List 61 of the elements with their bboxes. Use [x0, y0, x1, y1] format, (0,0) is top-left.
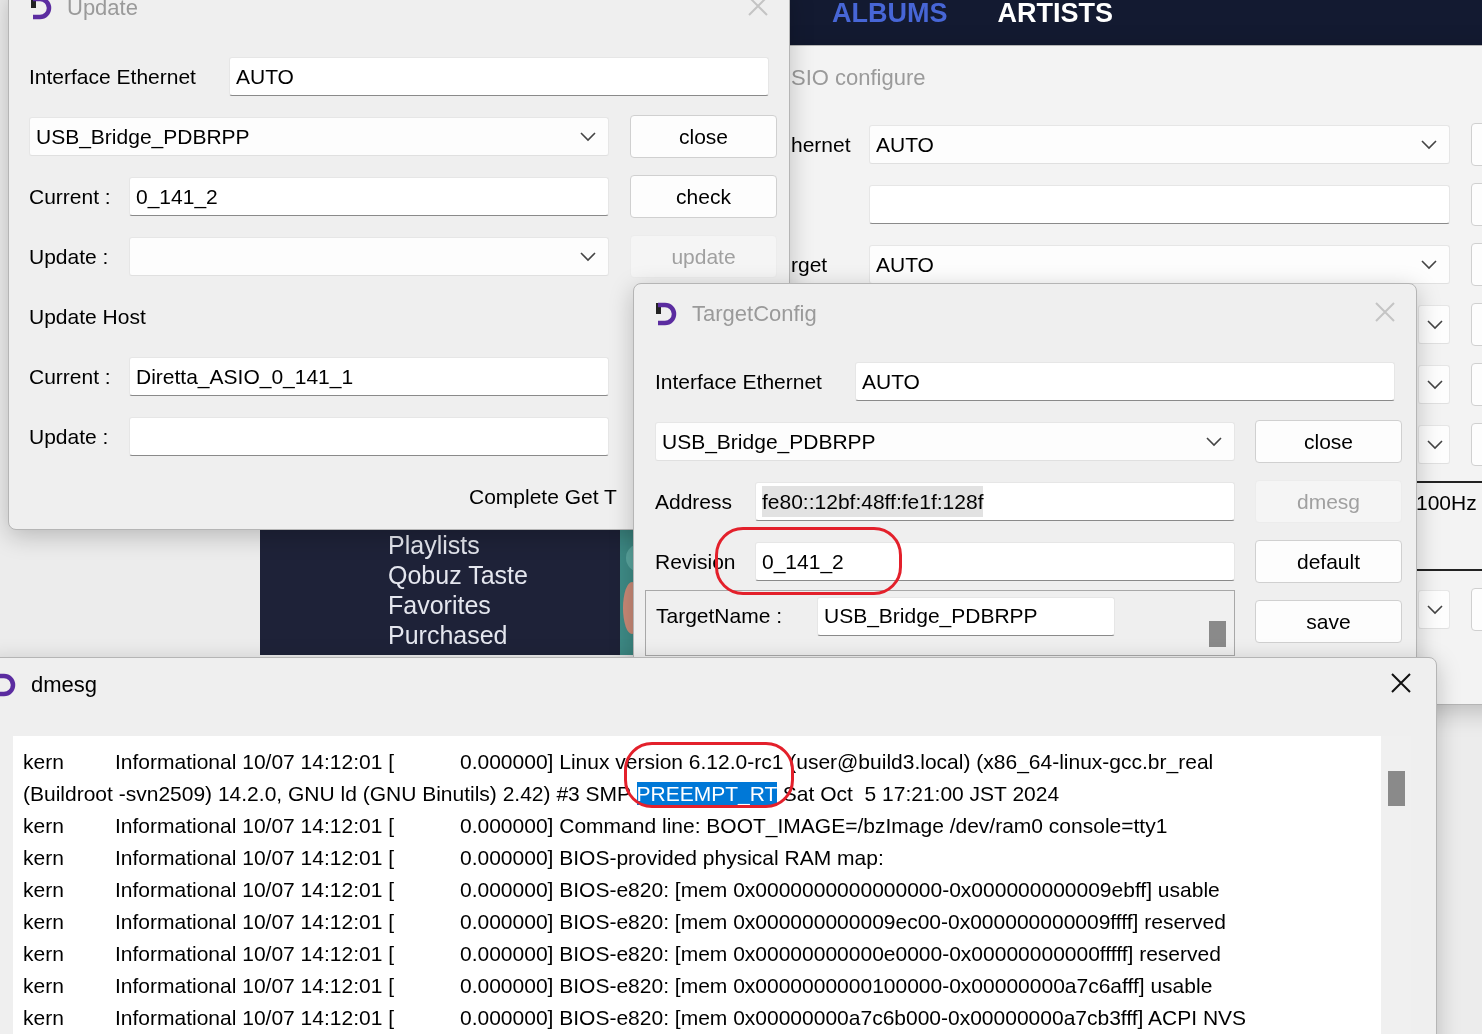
window-title: SIO configure: [791, 65, 926, 90]
close-button[interactable]: close: [1255, 420, 1402, 463]
label: rget: [791, 251, 829, 278]
window-title: dmesg: [31, 672, 98, 698]
field-label: Update :: [29, 423, 110, 450]
chevron-down-icon: [1427, 439, 1443, 450]
input-field[interactable]: [129, 417, 609, 456]
close-icon[interactable]: [1390, 672, 1412, 694]
dropdown[interactable]: AUTO: [869, 245, 1450, 284]
input-field[interactable]: AUTO: [229, 57, 769, 96]
dropdown[interactable]: USB_Bridge_PDBRPP: [655, 422, 1235, 461]
field-label: Address: [655, 488, 734, 515]
field-label: Current :: [29, 183, 112, 210]
sidebar-item[interactable]: Qobuz Taste: [388, 560, 528, 590]
sidebar-item[interactable]: Purchased: [388, 620, 508, 650]
status-text: Complete Get T: [469, 483, 617, 510]
check-button[interactable]: check: [630, 175, 777, 218]
label: hernet: [791, 131, 852, 158]
input-field[interactable]: AUTO: [855, 362, 1395, 401]
field-label: Interface Ethernet: [29, 63, 197, 90]
default-button[interactable]: default: [1255, 540, 1402, 583]
sidebar-item[interactable]: Favorites: [388, 590, 491, 620]
log-line: kern Informational 10/07 14:12:01 [ 0.000000] BIOS-provided physical RAM map:: [23, 845, 885, 871]
input-field[interactable]: 0_141_2: [755, 542, 1235, 581]
input-field[interactable]: USB_Bridge_PDBRPP: [817, 596, 1115, 636]
input-field[interactable]: [869, 185, 1450, 224]
window-title: TargetConfig: [692, 301, 817, 327]
nav-tab[interactable]: ARTISTS: [997, 0, 1113, 45]
dropdown[interactable]: [1418, 425, 1450, 464]
log-line: kern Informational 10/07 14:12:01 [ 0.000000] BIOS-e820: [mem 0x00000000000e0000-0x00000000000fffff] reserved: [23, 941, 1222, 967]
sidebar-item[interactable]: Playlists: [388, 530, 480, 560]
input-field[interactable]: Diretta_ASIO_0_141_1: [129, 357, 609, 396]
field-label: Interface Ethernet: [655, 368, 823, 395]
chevron-down-icon: [1421, 139, 1437, 150]
section-heading: Update Host: [29, 303, 146, 330]
close-button[interactable]: close: [630, 115, 777, 158]
selected-text: fe80::12bf:48ff:fe1f:128f: [762, 485, 984, 518]
save-button[interactable]: save: [1255, 600, 1402, 643]
chevron-down-icon: [1421, 259, 1437, 270]
dropdown[interactable]: USB_Bridge_PDBRPP: [29, 117, 609, 156]
log-line: kern Informational 10/07 14:12:01 [ 0.000000] BIOS-e820: [mem 0x0000000000100000-0x00000000a7c6afff] usable: [23, 973, 1214, 999]
dropdown[interactable]: [1418, 305, 1450, 344]
input-field[interactable]: 0_141_2: [129, 177, 609, 216]
chevron-down-icon: [1427, 379, 1443, 390]
log-line: kern Informational 10/07 14:12:01 [ 0.000000] Command line: BOOT_IMAGE=/bzImage /dev/ram0 console=tty1: [23, 813, 1169, 840]
field-label: Update :: [29, 243, 110, 270]
chevron-down-icon: [1427, 604, 1443, 615]
log-line: kern Informational 10/07 14:12:01 [ 0.000000] BIOS-e820: [mem 0x000000000009ec00-0x000000000009ffff] reserved: [23, 909, 1227, 935]
input-field[interactable]: fe80::12bf:48ff:fe1f:128f: [755, 482, 1235, 521]
log-line: kern Informational 10/07 14:12:01 [ 0.000000] BIOS-e820: [mem 0x00000000a7c6b000-0x00000000a7cb3fff] ACPI NVS: [23, 1005, 1248, 1031]
field-label: TargetName :: [656, 603, 784, 630]
label: 100Hz: [1416, 491, 1477, 514]
dropdown[interactable]: [1418, 590, 1450, 629]
log-line: kern Informational 10/07 14:12:01 [ 0.000000] BIOS-e820: [mem 0x0000000000000000-0x000000000009ebff] usable: [23, 877, 1221, 903]
dropdown[interactable]: AUTO: [869, 125, 1450, 164]
dropdown[interactable]: [1418, 365, 1450, 404]
field-label: Current :: [29, 363, 112, 390]
chevron-down-icon: [580, 251, 596, 262]
chevron-down-icon: [1206, 436, 1222, 447]
chevron-down-icon: [1427, 319, 1443, 330]
chevron-down-icon: [580, 131, 596, 142]
